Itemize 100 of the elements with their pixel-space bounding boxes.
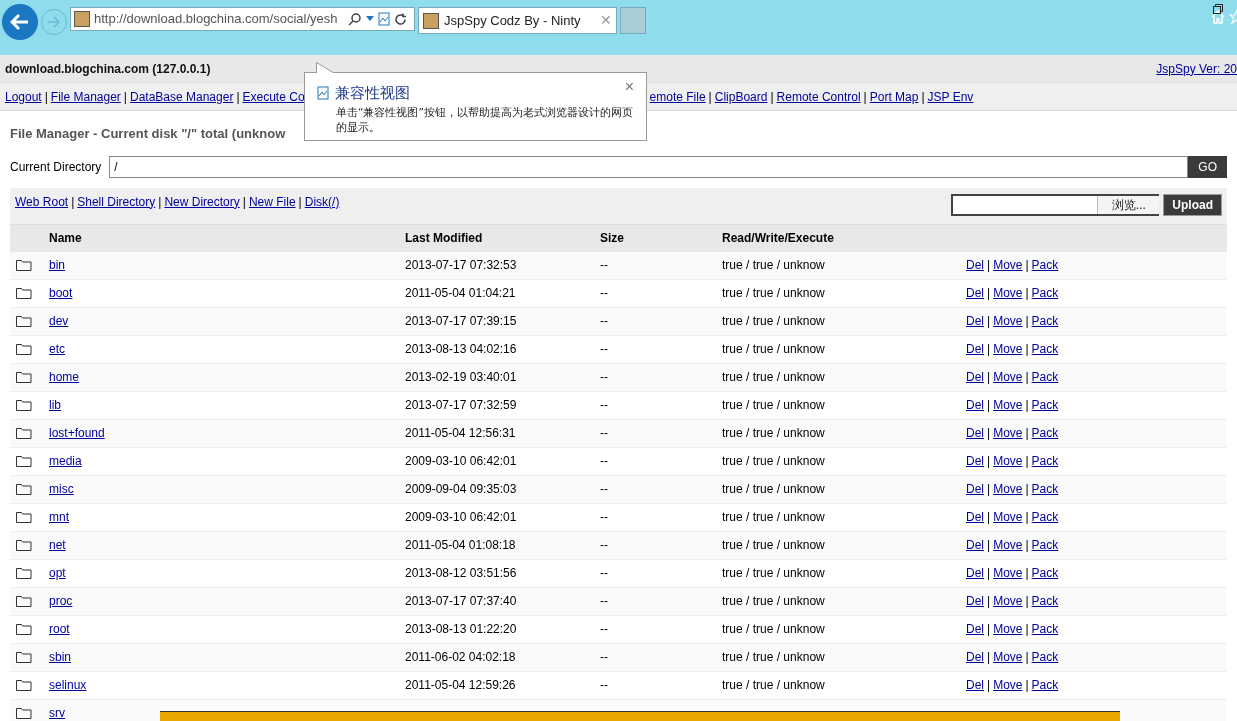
- nav-link[interactable]: Logout: [5, 87, 42, 106]
- browse-button[interactable]: 浏览...: [1097, 195, 1160, 214]
- action-link[interactable]: Pack: [1031, 424, 1059, 442]
- action-link[interactable]: Move: [993, 396, 1023, 414]
- action-link[interactable]: Del: [966, 620, 984, 638]
- action-link[interactable]: Move: [993, 564, 1023, 582]
- folder-icon: [16, 455, 32, 467]
- folder-link[interactable]: root: [49, 620, 70, 638]
- restore-icon[interactable]: [1213, 4, 1223, 14]
- address-bar[interactable]: http://download.blogchina.com/social/yesh: [70, 7, 415, 31]
- toolbar-link[interactable]: New File: [248, 192, 296, 211]
- upload-button[interactable]: Upload: [1163, 193, 1222, 216]
- search-icon[interactable]: [348, 12, 362, 26]
- action-link[interactable]: Move: [993, 508, 1023, 526]
- folder-link[interactable]: bin: [49, 256, 65, 274]
- separator: |: [862, 88, 868, 106]
- action-link[interactable]: Pack: [1031, 452, 1059, 470]
- action-link[interactable]: Move: [993, 256, 1023, 274]
- folder-link[interactable]: dev: [49, 312, 69, 330]
- action-link[interactable]: Del: [966, 536, 984, 554]
- action-link[interactable]: Del: [966, 508, 984, 526]
- action-link[interactable]: Del: [966, 256, 984, 274]
- folder-link[interactable]: opt: [49, 564, 66, 582]
- action-link[interactable]: Pack: [1031, 676, 1059, 694]
- folder-link[interactable]: lost+found: [49, 424, 105, 442]
- nav-link[interactable]: Port Map: [869, 87, 919, 106]
- action-link[interactable]: Del: [966, 452, 984, 470]
- action-link[interactable]: Pack: [1031, 508, 1059, 526]
- directory-field[interactable]: /: [109, 155, 1189, 178]
- toolbar-link[interactable]: Shell Directory: [77, 192, 156, 211]
- nav-link[interactable]: JSP Env: [927, 87, 974, 106]
- action-link[interactable]: Move: [993, 592, 1023, 610]
- action-link[interactable]: Move: [993, 648, 1023, 666]
- nav-link[interactable]: DataBase Manager: [130, 87, 234, 106]
- home-icon[interactable]: [1210, 9, 1226, 25]
- action-link[interactable]: Pack: [1031, 396, 1059, 414]
- action-link[interactable]: Move: [993, 536, 1023, 554]
- go-button[interactable]: GO: [1188, 155, 1227, 178]
- close-icon[interactable]: ×: [624, 79, 634, 95]
- folder-link[interactable]: net: [49, 536, 66, 554]
- action-link[interactable]: Pack: [1031, 620, 1059, 638]
- folder-link[interactable]: home: [49, 368, 80, 386]
- action-link[interactable]: Move: [993, 452, 1023, 470]
- refresh-icon[interactable]: [394, 12, 407, 26]
- action-link[interactable]: Del: [966, 340, 984, 358]
- table-cell-text: true / true / unknow: [722, 425, 826, 442]
- nav-link[interactable]: Remote Control: [776, 87, 861, 106]
- action-link[interactable]: Del: [966, 424, 984, 442]
- action-link[interactable]: Pack: [1031, 256, 1059, 274]
- nav-link[interactable]: emote File: [649, 87, 706, 106]
- file-field[interactable]: 浏览...: [951, 193, 1160, 216]
- action-link[interactable]: Pack: [1031, 480, 1059, 498]
- action-link[interactable]: Pack: [1031, 284, 1059, 302]
- action-link[interactable]: Move: [993, 676, 1023, 694]
- folder-link[interactable]: mnt: [49, 508, 69, 526]
- action-link[interactable]: Del: [966, 396, 984, 414]
- action-link[interactable]: Pack: [1031, 312, 1059, 330]
- action-link[interactable]: Pack: [1031, 340, 1059, 358]
- action-link[interactable]: Pack: [1031, 592, 1059, 610]
- action-link[interactable]: Del: [966, 676, 984, 694]
- separator: |: [1024, 509, 1030, 526]
- action-link[interactable]: Move: [993, 284, 1023, 302]
- action-link[interactable]: Move: [993, 340, 1023, 358]
- dropdown-icon[interactable]: [366, 16, 374, 22]
- folder-link[interactable]: selinux: [49, 676, 87, 694]
- nav-link[interactable]: ClipBoard: [714, 87, 768, 106]
- action-link[interactable]: Move: [993, 480, 1023, 498]
- action-link[interactable]: Del: [966, 368, 984, 386]
- action-link[interactable]: Del: [966, 564, 984, 582]
- action-link[interactable]: Del: [966, 480, 984, 498]
- toolbar-link[interactable]: Disk(/): [304, 192, 340, 211]
- folder-link[interactable]: etc: [49, 340, 65, 358]
- folder-link[interactable]: proc: [49, 592, 73, 610]
- action-link[interactable]: Pack: [1031, 564, 1059, 582]
- nav-link[interactable]: File Manager: [50, 87, 121, 106]
- action-link[interactable]: Pack: [1031, 536, 1059, 554]
- action-link[interactable]: Del: [966, 648, 984, 666]
- action-link[interactable]: Move: [993, 620, 1023, 638]
- host-label: download.blogchina.com (127.0.0.1): [5, 60, 211, 78]
- folder-link[interactable]: media: [49, 452, 82, 470]
- folder-link[interactable]: srv: [49, 704, 65, 721]
- browser-tab[interactable]: JspSpy Codz By - Ninty ✕: [418, 7, 617, 34]
- nav-link[interactable]: Execute Co: [242, 87, 305, 106]
- folder-link[interactable]: misc: [49, 480, 74, 498]
- version-link[interactable]: JspSpy Ver: 20: [1156, 59, 1237, 78]
- action-link[interactable]: Del: [966, 312, 984, 330]
- back-button[interactable]: [2, 4, 38, 40]
- toolbar-link[interactable]: New Directory: [164, 192, 240, 211]
- action-link[interactable]: Pack: [1031, 648, 1059, 666]
- action-link[interactable]: Pack: [1031, 368, 1059, 386]
- toolbar-link[interactable]: Web Root: [15, 192, 69, 211]
- action-link[interactable]: Move: [993, 424, 1023, 442]
- action-link[interactable]: Move: [993, 368, 1023, 386]
- action-link[interactable]: Del: [966, 592, 984, 610]
- folder-link[interactable]: sbin: [49, 648, 71, 666]
- action-link[interactable]: Move: [993, 312, 1023, 330]
- folder-link[interactable]: boot: [49, 284, 73, 302]
- action-link[interactable]: Del: [966, 284, 984, 302]
- folder-icon: [16, 427, 32, 439]
- folder-link[interactable]: lib: [49, 396, 61, 414]
